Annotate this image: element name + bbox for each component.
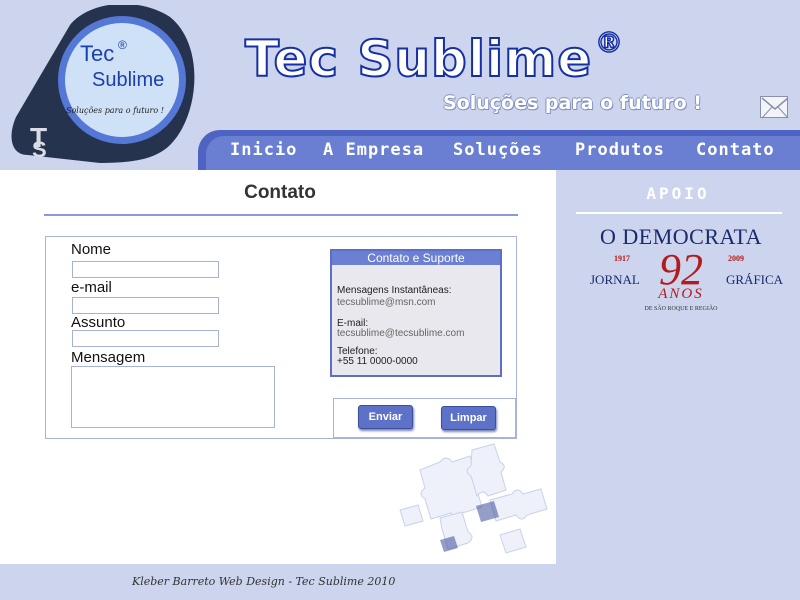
envelope-graphic (761, 97, 789, 119)
name-label: Nome (71, 241, 112, 258)
logo-reg-mark: ® (118, 38, 127, 52)
message-label: Mensagem (71, 349, 146, 366)
support-email-value: tecsublime@tecsublime.com (337, 328, 465, 339)
nav-item-contato[interactable]: Contato (696, 140, 775, 160)
sidebar: APOIO O DEMOCRATA 1917 2009 JORNAL GRÁFI… (556, 170, 800, 564)
nav-item-a-empresa[interactable]: A Empresa (323, 140, 424, 160)
title-divider (44, 214, 518, 216)
email-field[interactable] (72, 297, 219, 314)
subject-field[interactable] (72, 330, 219, 347)
sponsor-left-word: JORNAL (590, 272, 640, 287)
page-title: Contato (244, 182, 316, 203)
site-slogan: Soluções para o futuro ! (443, 92, 702, 114)
nav-item-solucoes[interactable]: Soluções (453, 140, 543, 160)
header: T S Tec ® Sublime Soluções para o futuro… (0, 0, 800, 170)
sponsor-right-word: GRÁFICA (726, 272, 784, 287)
footer-credit: Kleber Barreto Web Design - Tec Sublime … (132, 575, 396, 588)
support-panel-title: Contato e Suporte (332, 251, 500, 265)
sponsor-logo[interactable]: O DEMOCRATA 1917 2009 JORNAL GRÁFICA 92 … (576, 220, 786, 316)
clear-button[interactable]: Limpar (441, 406, 496, 430)
sidebar-title: APOIO (646, 184, 710, 203)
name-field[interactable] (72, 261, 219, 278)
main-nav: Inicio A Empresa Soluções Produtos Conta… (198, 130, 800, 170)
site-title: Tec Sublime (244, 29, 593, 89)
im-label: Mensagens Instantâneas: (337, 285, 452, 296)
mail-icon[interactable] (760, 96, 789, 119)
email-label: e-mail (71, 279, 112, 296)
im-value: tecsublime@msn.com (337, 297, 436, 308)
sidebar-divider (576, 212, 782, 214)
sponsor-year-end: 2009 (728, 254, 744, 263)
logo-text-tec: Tec (80, 41, 115, 66)
message-field[interactable] (71, 366, 275, 428)
nav-item-produtos[interactable]: Produtos (575, 140, 665, 160)
svg-text:S: S (32, 137, 47, 162)
nav-item-inicio[interactable]: Inicio (230, 140, 297, 160)
sponsor-anos: ANOS (658, 286, 704, 302)
puzzle-decoration (399, 443, 548, 554)
footer: Kleber Barreto Web Design - Tec Sublime … (0, 564, 800, 600)
phone-value: +55 11 0000-0000 (337, 356, 418, 367)
logo-slogan: Soluções para o futuro ! (66, 106, 164, 115)
logo-text-sublime: Sublime (92, 69, 165, 91)
sponsor-year-start: 1917 (614, 254, 630, 263)
site-logo[interactable]: T S Tec ® Sublime Soluções para o futuro… (10, 3, 195, 165)
subject-label: Assunto (71, 314, 126, 331)
submit-button[interactable]: Enviar (358, 405, 413, 429)
form-buttons: Enviar Limpar (333, 398, 516, 438)
support-panel: Contato e Suporte Mensagens Instantâneas… (330, 249, 502, 377)
sponsor-subtitle: DE SÃO ROQUE E REGIÃO (644, 306, 718, 312)
title-reg-mark: ® (594, 25, 624, 60)
